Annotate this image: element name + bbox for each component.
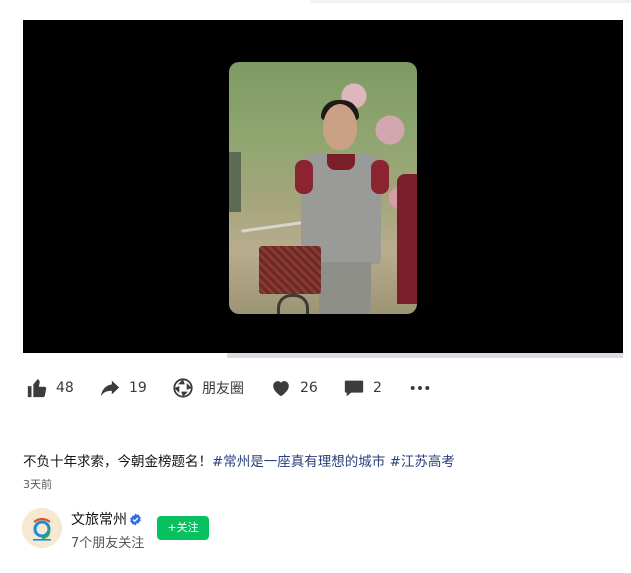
favorite-count: 26 [300, 380, 318, 396]
friends-following-text: 7个朋友关注 [71, 536, 145, 551]
favorite-button[interactable]: 26 [270, 370, 318, 406]
share-button[interactable]: 19 [99, 370, 147, 406]
moments-button[interactable]: 朋友圈 [172, 370, 244, 406]
video-progress-bar[interactable] [23, 353, 623, 358]
action-bar: 48 19 朋友圈 26 2 [23, 370, 623, 406]
comment-count: 2 [373, 380, 382, 396]
like-count: 48 [56, 380, 74, 396]
verified-badge-icon [129, 511, 142, 526]
more-dots-icon [409, 377, 431, 399]
share-count: 19 [129, 380, 147, 396]
avatar[interactable] [22, 508, 62, 548]
hashtag-link[interactable]: #常州是一座真有理想的城市 [212, 454, 385, 470]
top-divider [310, 0, 631, 3]
post-timestamp: 3天前 [23, 478, 52, 491]
video-player[interactable] [23, 20, 623, 353]
like-button[interactable]: 48 [26, 370, 74, 406]
author-name[interactable]: 文旅常州 [71, 509, 127, 529]
hashtag-link[interactable]: #江苏高考 [390, 454, 455, 470]
follow-button[interactable]: +关注 [157, 516, 209, 540]
video-progress-fill [23, 353, 227, 358]
moments-label: 朋友圈 [202, 381, 244, 397]
thumbs-up-icon [26, 377, 48, 399]
video-thumbnail [229, 62, 417, 314]
post-caption: 不负十年求索，今朝金榜题名！#常州是一座真有理想的城市 #江苏高考 [23, 452, 623, 472]
comment-button[interactable]: 2 [343, 370, 382, 406]
share-arrow-icon [99, 377, 121, 399]
heart-icon [270, 377, 292, 399]
more-button[interactable] [409, 370, 431, 406]
comment-bubble-icon [343, 377, 365, 399]
aperture-icon [172, 377, 194, 399]
caption-text: 不负十年求索，今朝金榜题名！ [23, 454, 212, 470]
